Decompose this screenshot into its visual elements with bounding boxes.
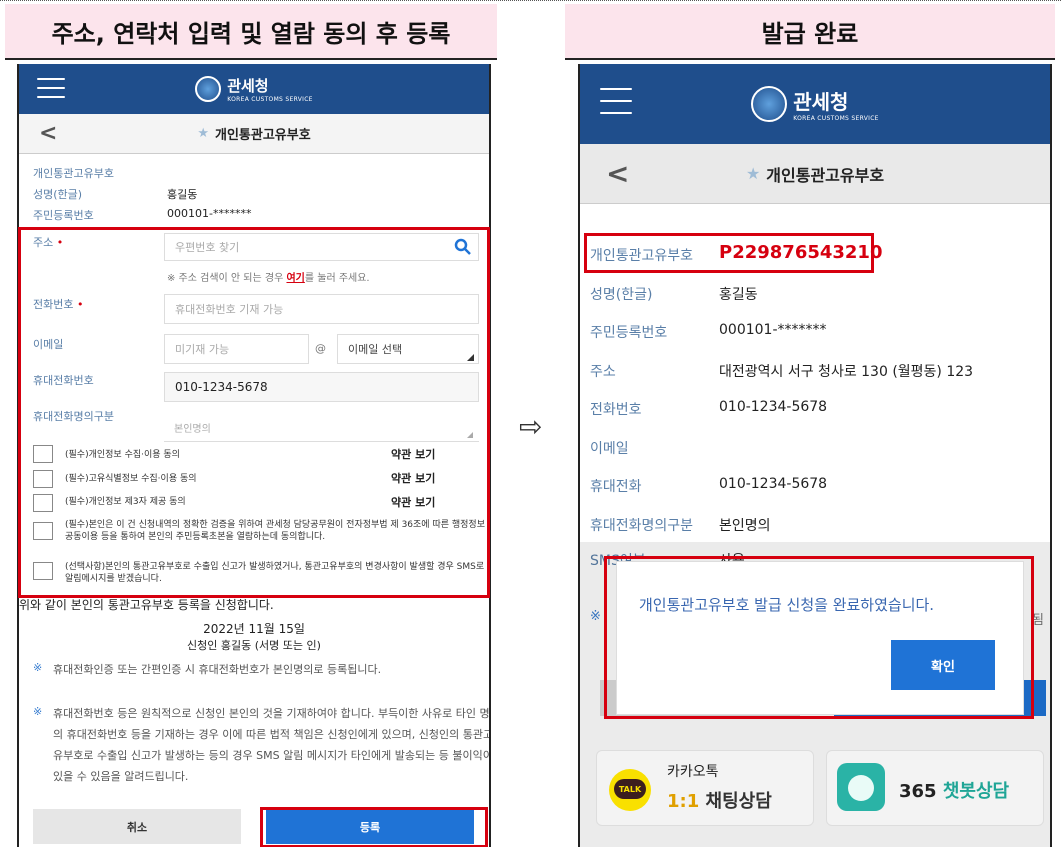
menu-icon[interactable] [600, 88, 632, 114]
chatbot-icon [837, 763, 885, 811]
chatbot-label: 365 챗봇상담 [899, 777, 1009, 803]
page-title-bar: < ★ 개인통관고유부호 [19, 114, 489, 154]
section-title: 개인통관고유부호 [33, 167, 114, 180]
star-icon: ★ [197, 126, 209, 141]
phone-value: 010-1234-5678 [719, 399, 828, 415]
right-phone-screen: 관세청 KOREA CUSTOMS SERVICE < ★ 개인통관고유부호 개… [578, 64, 1052, 847]
chatbot-consult-button[interactable]: 365 챗봇상담 [826, 750, 1044, 826]
app-top-bar: 관세청 KOREA CUSTOMS SERVICE [580, 64, 1050, 144]
kakao-title: 카카오톡 [667, 764, 719, 780]
kakao-talk-icon: TALK [609, 769, 651, 811]
name-value: 홍길동 [167, 188, 198, 201]
kakao-subtitle: 1:1 채팅상담 [667, 787, 772, 813]
note-mark-1: ※ [33, 661, 43, 674]
app-top-bar: 관세청 KOREA CUSTOMS SERVICE [19, 64, 489, 114]
name-label: 성명(한글) [33, 188, 83, 201]
cancel-button[interactable]: 취소 [33, 809, 241, 844]
chatbot-number: 365 [899, 781, 937, 802]
page-title: 개인통관고유부호 [766, 165, 885, 185]
kakao-consult-button[interactable]: TALK 카카오톡 1:1 채팅상담 [596, 750, 814, 826]
mobile-owner-value: 본인명의 [719, 518, 771, 534]
right-step-header: 발급 완료 [565, 4, 1055, 60]
note-2: 휴대전화번호 등은 원칙적으로 신청인 본인의 것을 기재하여야 합니다. 부득… [53, 707, 491, 783]
note-1: 휴대전화인증 또는 간편인증 시 휴대전화번호가 본인명의로 등록됩니다. [53, 663, 382, 676]
figure-root: 주소, 연락처 입력 및 열람 동의 후 등록 관세청 KOREA CUSTOM… [0, 0, 1061, 847]
app-title: 관세청 [227, 77, 269, 95]
applicant-signature: 신청인 홍길동 (서명 또는 인) [187, 639, 321, 652]
rrn-value: 000101-******* [719, 322, 827, 338]
kakao-sub-prefix: 1:1 [667, 791, 700, 812]
app-subtitle: KOREA CUSTOMS SERVICE [793, 115, 879, 122]
back-button[interactable]: < [39, 121, 57, 146]
apply-text: 위와 같이 본인의 통관고유부호 등록을 신청합니다. [19, 598, 274, 612]
modal-highlight-box [604, 556, 1034, 719]
page-title: 개인통관고유부호 [214, 128, 311, 143]
rrn-label: 주민등록번호 [590, 325, 668, 341]
star-icon: ★ [745, 164, 761, 183]
page-title-bar: < ★ 개인통관고유부호 [580, 144, 1050, 204]
rrn-value: 000101-******* [167, 207, 252, 220]
app-subtitle: KOREA CUSTOMS SERVICE [227, 96, 313, 103]
back-button[interactable]: < [606, 157, 629, 190]
address-label: 주소 [590, 364, 616, 380]
register-highlight-box [260, 807, 488, 847]
name-label: 성명(한글) [590, 287, 653, 303]
arrow-icon: ⇨ [519, 410, 543, 443]
left-step-header: 주소, 연락처 입력 및 열람 동의 후 등록 [5, 4, 497, 60]
kakao-sub-text: 채팅상담 [705, 791, 772, 812]
phone-label: 전화번호 [590, 402, 642, 418]
customs-seal-icon [751, 86, 788, 122]
mobile-label: 휴대전화 [590, 479, 642, 495]
rrn-label: 주민등록번호 [33, 209, 94, 222]
email-label: 이메일 [590, 441, 629, 457]
note-mark-2: ※ [33, 705, 43, 718]
input-highlight-box [18, 227, 490, 598]
address-value: 대전광역시 서구 청사로 130 (월평동) 123 [719, 364, 974, 380]
code-highlight-box [584, 233, 874, 273]
kakao-badge: TALK [614, 779, 646, 799]
apply-date: 2022년 11월 15일 [203, 622, 305, 636]
mobile-value: 010-1234-5678 [719, 476, 828, 492]
customs-seal-icon [195, 76, 222, 102]
customs-logo[interactable]: 관세청 KOREA CUSTOMS SERVICE [751, 86, 879, 122]
menu-icon[interactable] [37, 78, 65, 98]
customs-logo[interactable]: 관세청 KOREA CUSTOMS SERVICE [195, 75, 313, 103]
chatbot-face-icon [848, 775, 874, 801]
mobile-owner-label: 휴대전화명의구분 [590, 518, 694, 534]
name-value: 홍길동 [719, 287, 758, 303]
chatbot-text: 챗봇상담 [942, 781, 1010, 802]
app-title: 관세청 [793, 90, 849, 114]
